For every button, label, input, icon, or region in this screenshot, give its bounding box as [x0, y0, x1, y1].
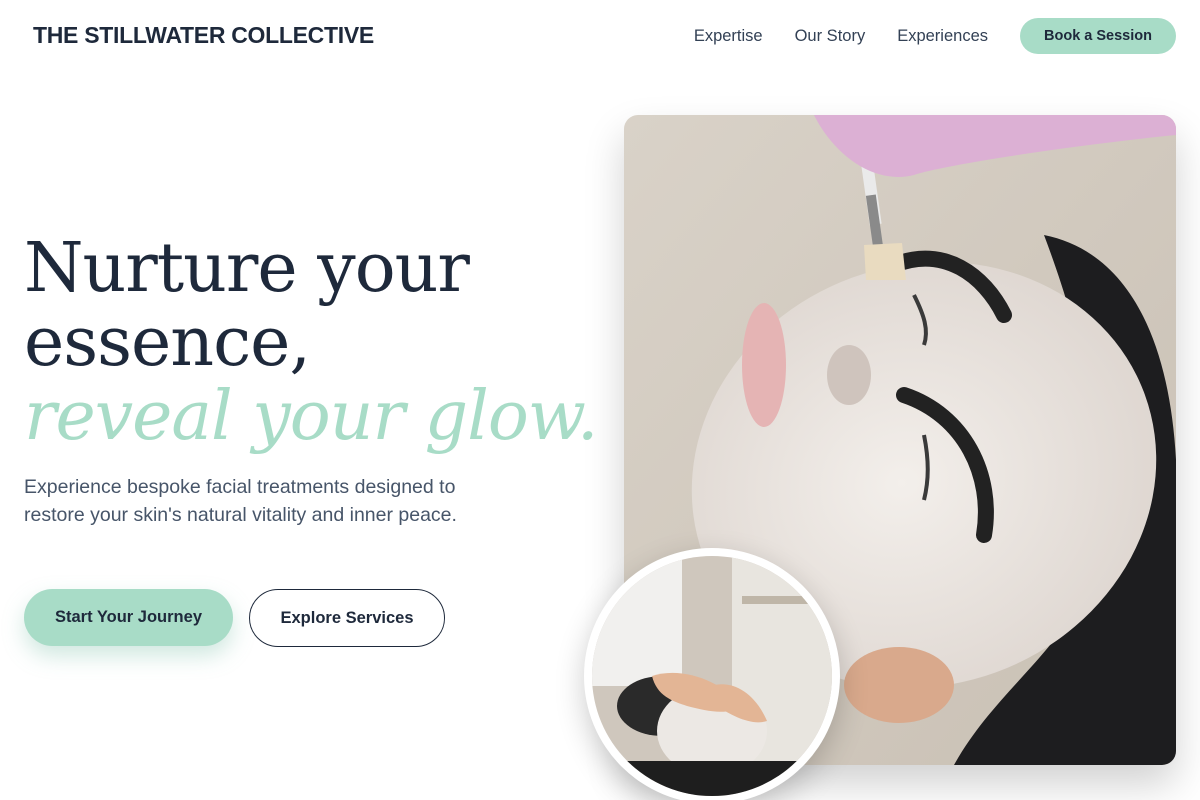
explore-services-button[interactable]: Explore Services	[249, 589, 445, 647]
inset-treatment-photo	[584, 548, 840, 800]
brand-logo[interactable]: THE STILLWATER COLLECTIVE	[33, 22, 374, 49]
nav-link-experiences[interactable]: Experiences	[897, 27, 988, 46]
book-session-button[interactable]: Book a Session	[1020, 18, 1176, 54]
nav-link-our-story[interactable]: Our Story	[795, 27, 866, 46]
nav-link-expertise[interactable]: Expertise	[694, 27, 763, 46]
main-nav: Expertise Our Story Experiences Book a S…	[694, 18, 1176, 54]
hero-subtitle: Experience bespoke facial treatments des…	[24, 476, 457, 526]
hero-title-line-1: Nurture your	[24, 229, 470, 308]
hero-title: Nurture your essence, reveal your glow.	[24, 229, 599, 456]
site-header: THE STILLWATER COLLECTIVE Expertise Our …	[0, 0, 1200, 72]
hero-title-accent: reveal your glow.	[24, 377, 599, 456]
start-journey-button[interactable]: Start Your Journey	[24, 589, 233, 646]
hero-title-line-2: essence,	[24, 303, 311, 382]
hands-massage-illustration	[592, 556, 832, 796]
